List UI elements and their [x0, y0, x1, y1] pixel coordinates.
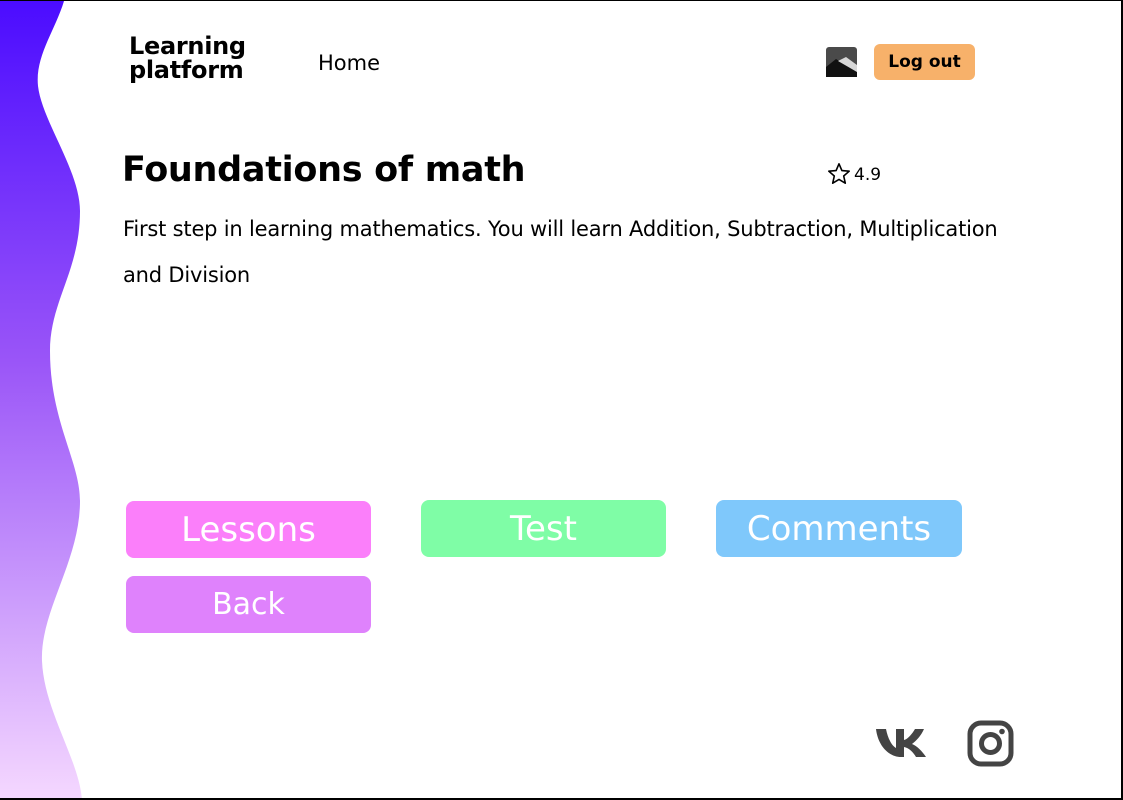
course-description: First step in learning mathematics. You … — [123, 217, 998, 287]
logo[interactable]: Learning platform — [129, 34, 246, 82]
vk-icon[interactable] — [874, 727, 928, 759]
test-button[interactable]: Test — [421, 500, 666, 557]
back-button[interactable]: Back — [126, 576, 371, 633]
course-title: Foundations of math — [122, 150, 526, 190]
decorative-wave — [0, 1, 82, 798]
logo-line-1: Learning — [129, 32, 246, 60]
rating-value: 4.9 — [854, 165, 882, 185]
star-outline-icon — [828, 163, 850, 184]
lessons-button[interactable]: Lessons — [126, 501, 371, 558]
course-rating: 4.9 — [827, 156, 881, 186]
logo-line-2: platform — [129, 56, 244, 84]
nav-home-link[interactable]: Home — [318, 51, 380, 75]
avatar-icon[interactable] — [826, 47, 857, 77]
logout-button[interactable]: Log out — [874, 44, 975, 80]
comments-button[interactable]: Comments — [716, 500, 962, 557]
page: Learning platform Home Log out Foundatio… — [0, 0, 1123, 800]
instagram-icon[interactable] — [967, 720, 1014, 767]
